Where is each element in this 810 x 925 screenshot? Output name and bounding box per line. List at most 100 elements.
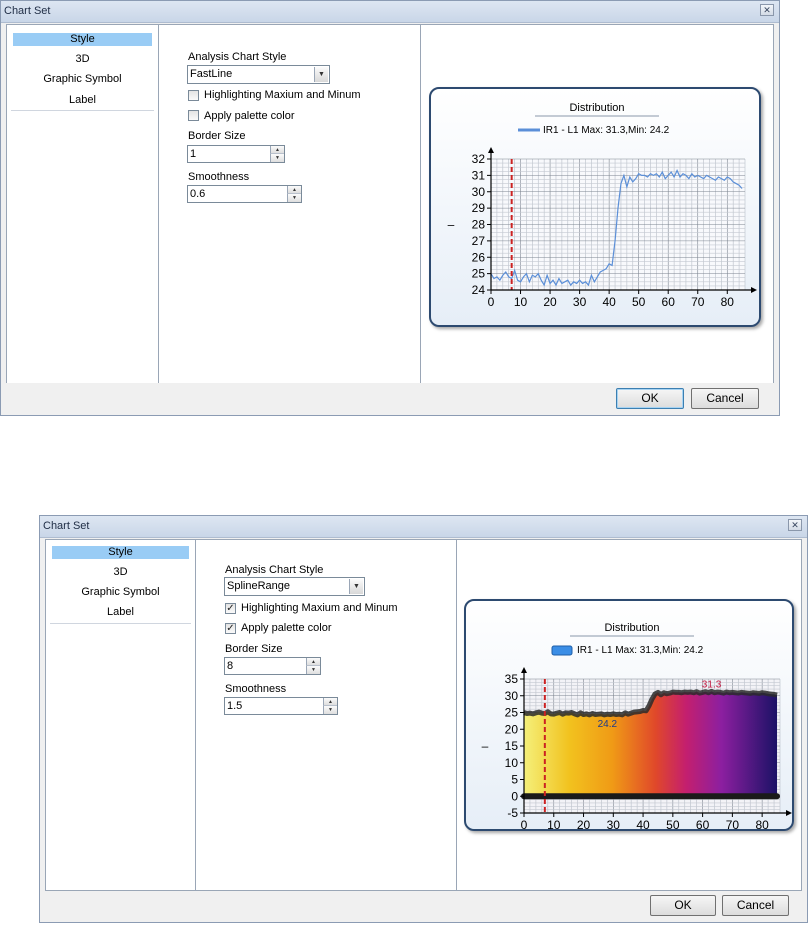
y-tick-label: 35 [505, 672, 519, 686]
cancel-button[interactable]: Cancel [691, 388, 759, 409]
smoothness-stepper[interactable]: 1.5 ▲ ▼ [224, 697, 338, 715]
smoothness-value: 1.5 [227, 700, 243, 712]
cancel-button[interactable]: Cancel [722, 895, 789, 916]
chart-style-value: FastLine [190, 68, 233, 80]
nav-separator [11, 110, 154, 111]
nav-item-style[interactable]: Style [13, 33, 152, 46]
min-label: 24.2 [598, 719, 618, 730]
nav-item-style[interactable]: Style [52, 546, 189, 559]
border-size-value: 1 [190, 148, 197, 160]
nav-item-label[interactable]: Label [13, 94, 152, 107]
style-label: Analysis Chart Style [188, 51, 287, 63]
palette-label: Apply palette color [204, 110, 295, 122]
y-tick-label: 0 [511, 789, 518, 803]
close-icon: ✕ [791, 520, 799, 530]
nav-item-graphic-symbol[interactable]: Graphic Symbol [13, 73, 152, 86]
x-tick-label: 10 [547, 818, 561, 829]
y-tick-label: 24 [472, 283, 486, 297]
y-tick-label: 10 [505, 756, 519, 770]
chart-preview-panel: Distribution IR1 - L1 Max: 31.3,Min: 24.2… [429, 87, 761, 327]
spin-down-icon[interactable]: ▼ [323, 706, 337, 714]
y-tick-label: 27 [472, 234, 486, 248]
dialog-body: Style 3D Graphic Symbol Label Analysis C… [45, 539, 802, 891]
x-axis-arrow [751, 287, 757, 293]
x-tick-label: 80 [755, 818, 769, 829]
highlight-label: Highlighting Maxium and Minum [204, 89, 361, 101]
chevron-down-icon[interactable]: ▼ [314, 67, 328, 82]
dialog-footer: OK Cancel [1, 383, 779, 415]
spin-up-icon[interactable]: ▲ [270, 146, 284, 154]
x-tick-label: 40 [636, 818, 650, 829]
y-axis-arrow [488, 147, 494, 153]
chevron-down-icon[interactable]: ▼ [349, 579, 363, 594]
dialog-body: Style 3D Graphic Symbol Label Analysis C… [6, 24, 774, 384]
nav-item-label[interactable]: Label [52, 606, 189, 619]
x-axis-arrow [786, 810, 792, 816]
y-tick-label: 26 [472, 250, 486, 264]
dialog-title: Chart Set [43, 520, 90, 532]
y-tick-label: 30 [505, 689, 519, 703]
palette-label: Apply palette color [241, 622, 332, 634]
y-tick-label: 25 [505, 706, 519, 720]
nav-item-graphic-symbol[interactable]: Graphic Symbol [52, 586, 189, 599]
highlight-checkbox[interactable] [188, 90, 199, 101]
x-tick-label: 10 [514, 295, 528, 309]
y-tick-label: 30 [472, 185, 486, 199]
x-tick-label: 20 [543, 295, 557, 309]
close-button[interactable]: ✕ [788, 519, 802, 531]
y-tick-label: 29 [472, 201, 486, 215]
spin-down-icon[interactable]: ▼ [287, 194, 301, 202]
x-tick-label: 50 [666, 818, 680, 829]
title-bar: Chart Set ✕ [1, 1, 779, 23]
ok-button[interactable]: OK [616, 388, 684, 409]
x-tick-label: 60 [662, 295, 676, 309]
spin-up-icon[interactable]: ▲ [306, 658, 320, 666]
spin-up-icon[interactable]: ▲ [323, 698, 337, 706]
x-tick-label: 30 [573, 295, 587, 309]
spin-up-icon[interactable]: ▲ [287, 186, 301, 194]
legend-swatch [551, 645, 573, 656]
preview-divider [420, 25, 421, 383]
settings-nav: Style 3D Graphic Symbol Label [7, 25, 159, 383]
spin-down-icon[interactable]: ▼ [306, 666, 320, 674]
y-tick-label: 25 [472, 267, 486, 281]
close-button[interactable]: ✕ [760, 4, 774, 16]
chart-style-select[interactable]: FastLine ▼ [187, 65, 330, 84]
smoothness-stepper[interactable]: 0.6 ▲ ▼ [187, 185, 302, 203]
chart-title: Distribution [604, 622, 659, 634]
legend-label: IR1 - L1 Max: 31.3,Min: 24.2 [543, 125, 670, 136]
highlight-checkbox[interactable]: ✓ [225, 603, 236, 614]
smoothness-label: Smoothness [225, 683, 287, 695]
y-axis-arrow [521, 667, 527, 673]
spin-down-icon[interactable]: ▼ [270, 154, 284, 162]
x-tick-label: 40 [602, 295, 616, 309]
ok-button[interactable]: OK [650, 895, 716, 916]
chart-preview-panel: Distribution IR1 - L1 Max: 31.3,Min: 24.2… [464, 599, 794, 832]
max-label: 31.3 [702, 679, 722, 690]
chart-style-select[interactable]: SplineRange ▼ [224, 577, 365, 596]
border-size-label: Border Size [188, 130, 246, 142]
checkmark-icon: ✓ [226, 603, 235, 614]
y-axis-label: – [448, 218, 455, 232]
settings-nav: Style 3D Graphic Symbol Label [46, 540, 196, 890]
palette-checkbox[interactable]: ✓ [225, 623, 236, 634]
x-tick-label: 70 [726, 818, 740, 829]
border-size-stepper[interactable]: 8 ▲ ▼ [224, 657, 321, 675]
smoothness-label: Smoothness [188, 171, 250, 183]
nav-item-3d[interactable]: 3D [13, 53, 152, 66]
y-tick-label: 15 [505, 739, 519, 753]
chart-set-dialog-2: Chart Set ✕ Style 3D Graphic Symbol Labe… [39, 515, 808, 923]
y-tick-label: -5 [507, 806, 518, 820]
y-tick-label: 5 [511, 773, 518, 787]
highlight-label: Highlighting Maxium and Minum [241, 602, 398, 614]
x-tick-label: 50 [632, 295, 646, 309]
x-tick-label: 0 [488, 295, 495, 309]
palette-checkbox[interactable] [188, 110, 199, 121]
dialog-title: Chart Set [4, 5, 51, 17]
nav-item-3d[interactable]: 3D [52, 566, 189, 579]
x-tick-label: 70 [691, 295, 705, 309]
border-size-value: 8 [227, 660, 234, 672]
smoothness-value: 0.6 [190, 188, 206, 200]
distribution-chart: Distribution IR1 - L1 Max: 31.3,Min: 24.2… [482, 622, 792, 832]
border-size-stepper[interactable]: 1 ▲ ▼ [187, 145, 285, 163]
